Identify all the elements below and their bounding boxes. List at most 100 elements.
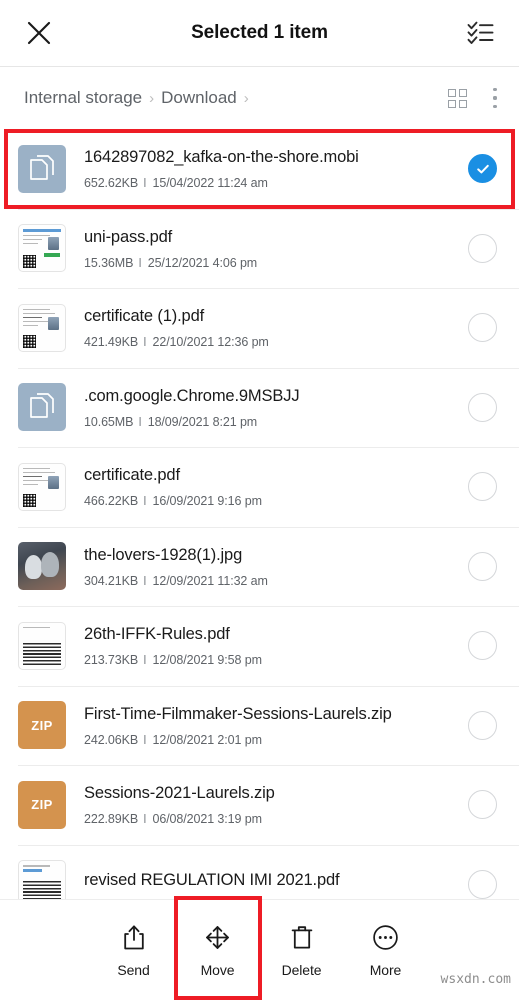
row-checkbox[interactable] [468, 472, 497, 502]
meta-separator: I [143, 573, 147, 588]
file-date: 16/09/2021 9:16 pm [152, 494, 262, 509]
file-size: 213.73KB [84, 653, 139, 668]
table-row[interactable]: uni-pass.pdf 15.36MB I 25/12/2021 4:06 pm [0, 208, 519, 288]
file-size: 652.62KB [84, 176, 139, 191]
generic-file-icon [18, 383, 66, 432]
file-meta: 1642897082_kafka-on-the-shore.mobi 652.6… [84, 147, 454, 190]
file-subtitle: 10.65MB I 18/09/2021 8:21 pm [84, 415, 454, 429]
file-subtitle: 222.89KB I 06/08/2021 3:19 pm [84, 812, 454, 826]
meta-separator: I [143, 494, 147, 509]
pdf-id-card-thumbnail [18, 224, 66, 273]
row-checkbox[interactable] [468, 631, 497, 661]
file-size: 466.22KB [84, 494, 139, 509]
more-circle-icon [372, 922, 399, 952]
table-row[interactable]: ZIP First-Time-Filmmaker-Sessions-Laurel… [0, 685, 519, 765]
table-row[interactable]: the-lovers-1928(1).jpg 304.21KB I 12/09/20… [0, 526, 519, 606]
table-row[interactable]: 1642897082_kafka-on-the-shore.mobi 652.6… [0, 129, 519, 209]
file-date: 12/09/2021 11:32 am [152, 573, 268, 588]
file-size: 242.06KB [84, 732, 139, 747]
row-checkbox[interactable] [468, 233, 497, 263]
grid-view-icon[interactable] [448, 88, 467, 108]
trash-can-icon [290, 922, 314, 952]
file-name: 26th-IFFK-Rules.pdf [84, 625, 230, 644]
file-size: 304.21KB [84, 573, 139, 588]
pdf-document-thumbnail [18, 462, 66, 511]
zip-archive-icon: ZIP [18, 780, 66, 829]
chevron-right-icon-1: › [243, 89, 249, 107]
file-name: the-lovers-1928(1).jpg [84, 545, 243, 564]
path-bar: Internal storage › Download › [0, 67, 519, 129]
file-size: 222.89KB [84, 812, 139, 827]
file-date: 22/10/2021 12:36 pm [152, 335, 269, 350]
select-all-checklist-icon[interactable] [463, 16, 497, 50]
table-row[interactable]: revised REGULATION IMI 2021.pdf [0, 844, 519, 900]
table-row[interactable]: 26th-IFFK-Rules.pdf 213.73KB I 12/08/2021 … [0, 606, 519, 686]
meta-separator: I [143, 812, 147, 827]
file-meta: the-lovers-1928(1).jpg 304.21KB I 12/09/20… [84, 545, 454, 588]
row-checkbox[interactable] [468, 551, 497, 581]
file-subtitle: 421.49KB I 22/10/2021 12:36 pm [84, 335, 454, 349]
file-size: 10.65MB [84, 414, 134, 429]
file-name: First-Time-Filmmaker-Sessions-Laurels.zi… [84, 704, 392, 723]
more-label: More [369, 962, 402, 978]
file-size: 15.36MB [84, 255, 134, 270]
row-checkbox[interactable] [468, 392, 497, 422]
delete-label: Delete [281, 962, 322, 978]
breadcrumb: Internal storage › Download › [24, 88, 448, 108]
row-checkbox[interactable] [468, 313, 497, 343]
table-row[interactable]: certificate.pdf 466.22KB I 16/09/2021 9:16… [0, 447, 519, 527]
table-row[interactable]: certificate (1).pdf 421.49KB I 22/10/2021 … [0, 288, 519, 368]
bottom-action-bar: Send Move Delete More wsxdn.com [0, 896, 519, 1000]
path-bar-actions [448, 88, 497, 108]
pdf-text-thumbnail [18, 860, 66, 900]
row-checkbox[interactable] [468, 869, 497, 899]
breadcrumb-item-download[interactable]: Download [161, 88, 237, 108]
table-row[interactable]: .com.google.Chrome.9MSBJJ 10.65MB I 18/09/… [0, 367, 519, 447]
more-button[interactable]: More [344, 908, 428, 986]
file-name: revised REGULATION IMI 2021.pdf [84, 870, 340, 889]
image-photo-thumbnail [18, 542, 66, 591]
file-name: 1642897082_kafka-on-the-shore.mobi [84, 148, 359, 167]
row-checkbox-checked[interactable] [468, 154, 497, 184]
file-name: certificate (1).pdf [84, 307, 205, 326]
file-list[interactable]: 1642897082_kafka-on-the-shore.mobi 652.6… [0, 129, 519, 900]
file-meta: certificate.pdf 466.22KB I 16/09/2021 9:16… [84, 465, 454, 508]
page-title: Selected 1 item [191, 22, 328, 43]
meta-separator: I [138, 255, 142, 270]
table-row[interactable]: ZIP Sessions-2021-Laurels.zip 222.89KB I 0… [0, 765, 519, 845]
file-date: 12/08/2021 9:58 pm [152, 653, 262, 668]
file-meta: First-Time-Filmmaker-Sessions-Laurels.zi… [84, 704, 454, 747]
file-date: 18/09/2021 8:21 pm [147, 414, 258, 429]
file-date: 12/08/2021 2:01 pm [152, 732, 262, 747]
file-meta: uni-pass.pdf 15.36MB I 25/12/2021 4:06 pm [84, 227, 454, 270]
file-subtitle: 466.22KB I 16/09/2021 9:16 pm [84, 494, 454, 508]
move-button[interactable]: Move [173, 896, 262, 1000]
send-label: Send [117, 962, 150, 978]
file-meta: revised REGULATION IMI 2021.pdf [84, 870, 454, 899]
generic-file-icon [18, 144, 66, 193]
file-subtitle: 652.62KB I 15/04/2022 11:24 am [84, 176, 454, 190]
pdf-text-thumbnail [18, 621, 66, 670]
file-meta: 26th-IFFK-Rules.pdf 213.73KB I 12/08/2021 … [84, 624, 454, 667]
file-name: uni-pass.pdf [84, 227, 173, 246]
meta-separator: I [143, 653, 147, 668]
file-name: .com.google.Chrome.9MSBJJ [84, 386, 300, 405]
meta-separator: I [143, 732, 147, 747]
row-checkbox[interactable] [468, 710, 497, 740]
row-checkbox[interactable] [468, 790, 497, 820]
file-subtitle: 213.73KB I 12/08/2021 9:58 pm [84, 653, 454, 667]
breadcrumb-item-internal-storage[interactable]: Internal storage [24, 88, 142, 108]
pdf-document-thumbnail [18, 303, 66, 352]
file-date: 15/04/2022 11:24 am [152, 176, 268, 191]
kebab-menu-icon[interactable] [493, 88, 497, 108]
meta-separator: I [143, 335, 147, 350]
close-icon[interactable] [22, 16, 56, 50]
file-name: certificate.pdf [84, 466, 180, 485]
delete-button[interactable]: Delete [260, 908, 344, 986]
meta-separator: I [143, 176, 147, 191]
file-subtitle: 304.21KB I 12/09/2021 11:32 am [84, 574, 454, 588]
move-arrows-icon [204, 922, 231, 952]
file-name: Sessions-2021-Laurels.zip [84, 784, 275, 803]
breadcrumb-label-1: Download [161, 88, 237, 107]
send-button[interactable]: Send [92, 908, 176, 986]
